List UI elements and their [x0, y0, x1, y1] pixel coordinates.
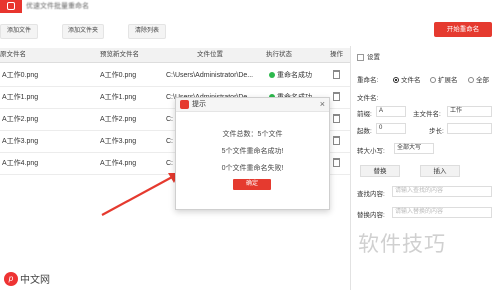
dialog-total-text: 文件总数：5个文件 — [222, 131, 283, 138]
app-logo-icon — [180, 100, 189, 109]
dialog-header: 提示 × — [176, 98, 329, 112]
result-dialog: 提示 × 文件总数：5个文件 5个文件重命名成功! 0个文件重命名失败! 确定 — [175, 97, 330, 210]
ok-button[interactable]: 确定 — [233, 179, 271, 190]
close-icon[interactable]: × — [320, 98, 325, 110]
watermark-text: 软件技巧 — [358, 233, 446, 256]
brand-logo: p 中文网 — [4, 271, 50, 286]
php-logo-icon: p — [4, 271, 18, 286]
dialog-title: 提示 — [192, 101, 206, 108]
dialog-fail-text: 0个文件重命名失败! — [221, 165, 284, 172]
brand-text: 中文网 — [20, 275, 50, 286]
dialog-success-text: 5个文件重命名成功! — [221, 148, 284, 155]
